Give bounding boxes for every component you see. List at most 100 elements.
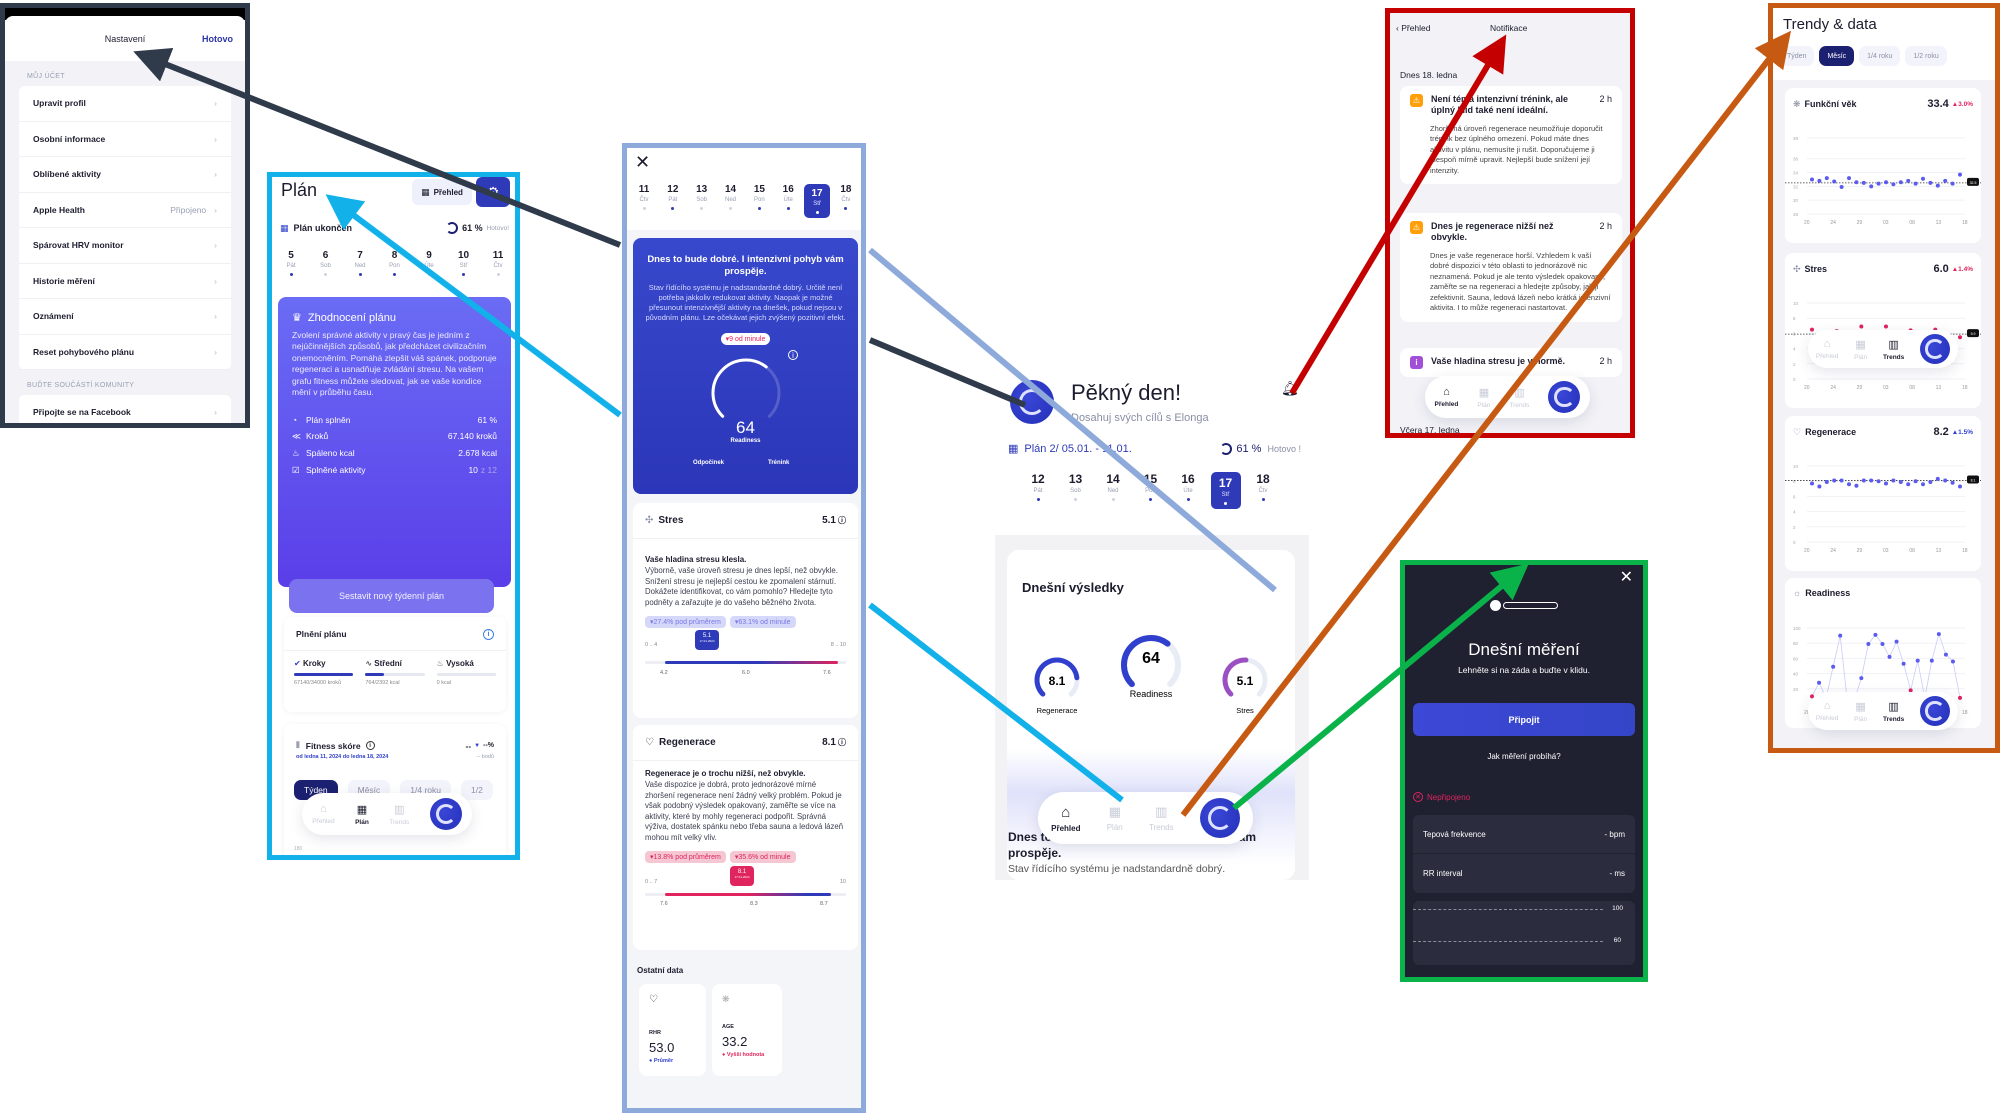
settings-item[interactable]: Osobní informace › xyxy=(19,122,231,157)
nav-plan[interactable]: ▦ Plán xyxy=(355,803,369,826)
average-value: 8.1 xyxy=(1971,478,1976,482)
close-button[interactable]: ✕ xyxy=(1620,567,1633,587)
nav-overview[interactable]: ⌂ Přehled xyxy=(1816,700,1838,722)
settings-item[interactable]: Reset pohybového plánu › xyxy=(19,335,231,370)
day-item[interactable]: 18 Čtv xyxy=(1248,472,1278,509)
period-tab[interactable]: 1/2 roku xyxy=(1905,46,1947,66)
day-item[interactable]: 12 Pát xyxy=(1023,472,1053,509)
data-point xyxy=(1810,177,1814,182)
nav-trends[interactable]: ▥ Trends xyxy=(1149,804,1174,832)
day-item[interactable]: 17 Stř xyxy=(1210,472,1241,509)
readiness-hero-card: Dnes to bude dobré. I intenzivní pohyb v… xyxy=(633,238,858,494)
measure-button[interactable] xyxy=(1548,381,1581,413)
done-button[interactable]: Hotovo xyxy=(202,34,233,44)
nav-trends[interactable]: ▥ Trends xyxy=(389,803,409,826)
day-item[interactable]: 18 Čtv xyxy=(833,184,859,218)
activity-dot xyxy=(642,207,646,210)
subtitle: Dosahuj svých cílů s Elonga xyxy=(1071,412,1209,424)
measure-button[interactable] xyxy=(1920,696,1951,726)
settings-item[interactable]: Oblíbené aktivity › xyxy=(19,157,231,193)
community-list: Připojte se na Facebook › xyxy=(19,395,231,423)
settings-item-facebook[interactable]: Připojte se na Facebook › xyxy=(19,395,231,423)
day-name: Ned xyxy=(1107,488,1119,494)
activity-dot xyxy=(1186,498,1190,501)
bottom-nav: ⌂ Přehled ▦ Plán ▥ Trends xyxy=(1038,792,1253,844)
close-button[interactable]: ✕ xyxy=(635,152,650,173)
day-item[interactable]: 13 Sob xyxy=(1061,472,1091,509)
day-item[interactable]: 16 Úte xyxy=(1173,472,1203,509)
rhr-card[interactable]: ♡ RHR 53.0 ● Průměr xyxy=(639,984,706,1076)
day-item[interactable]: 9 Úte xyxy=(416,250,442,276)
settings-item[interactable]: Upravit profil › xyxy=(19,86,231,122)
day-item[interactable]: 15 Pon xyxy=(746,184,772,218)
nav-overview[interactable]: ⌂ Přehled xyxy=(1435,386,1459,408)
day-item[interactable]: 13 Sob xyxy=(689,184,715,218)
nav-label: Plán xyxy=(355,818,369,826)
day-item[interactable]: 12 Pát xyxy=(660,184,686,218)
trend-card[interactable]: ❋ Funkční věk 33.4 ▲3.0% 39 36 34 32 30 28 20 24 29 0… xyxy=(1785,88,1981,243)
how-it-works-link[interactable]: Jak měření probíhá? xyxy=(1405,752,1643,761)
new-weekly-plan-button[interactable]: Sestavit nový týdenní plán xyxy=(289,579,494,613)
notification-item[interactable]: ⚠ Dnes je regenerace nižší než obvykle. 2 … xyxy=(1400,213,1622,322)
day-item[interactable]: 15 Pon xyxy=(1136,472,1166,509)
nav-trends[interactable]: ▥ Trends xyxy=(1883,338,1904,361)
nav-plan[interactable]: ▦ Plán xyxy=(1477,386,1490,409)
trend-card[interactable]: ♡ Regenerace 8.2 ▲1.5% 10 8 6 4 2 0 20 24 29 03 08 13 18… xyxy=(1785,416,1981,571)
notification-item[interactable]: ⚠ Není téma intenzivní trénink, ale úplný… xyxy=(1400,86,1622,185)
settings-item[interactable]: Spárovat HRV monitor › xyxy=(19,228,231,264)
activity-dot xyxy=(1224,502,1227,505)
activity-dot xyxy=(324,273,327,276)
connect-button[interactable]: Připojit xyxy=(1413,703,1635,736)
info-icon[interactable]: i xyxy=(788,350,798,360)
age-card[interactable]: ❋ AGE 33.2 ● Vyšší hodnota xyxy=(712,984,782,1076)
notification-item[interactable]: i Vaše hladina stresu je v normě. 2 h xyxy=(1400,348,1622,377)
measure-button[interactable] xyxy=(429,798,462,830)
info-icon[interactable]: i xyxy=(483,629,494,640)
nav-overview[interactable]: ⌂ Přehled xyxy=(312,803,334,825)
overview-button[interactable]: ▦ Přehled xyxy=(412,179,472,205)
day-item[interactable]: 11 Čtv xyxy=(631,184,657,218)
nav-overview[interactable]: ⌂ Přehled xyxy=(1816,338,1838,360)
crown-icon: ♛ xyxy=(292,312,302,324)
back-button[interactable]: ‹ Přehled xyxy=(1396,23,1431,33)
nav-trends[interactable]: ▥ Trends xyxy=(1509,386,1529,409)
settings-button[interactable]: ⚙ xyxy=(476,177,510,207)
activity-dot xyxy=(358,273,362,276)
day-item[interactable]: 17 Stř xyxy=(804,184,831,218)
measure-button[interactable] xyxy=(1199,798,1240,838)
info-icon[interactable]: ⓘ xyxy=(838,737,846,748)
day-item[interactable]: 16 Úte xyxy=(775,184,801,218)
tick: 8.3 xyxy=(750,901,758,908)
readiness-label: Readiness xyxy=(730,438,761,444)
period-tab[interactable]: 1/2 xyxy=(461,780,493,800)
day-number: 11 xyxy=(492,250,504,261)
nav-overview[interactable]: ⌂ Přehled xyxy=(1051,804,1080,833)
day-item[interactable]: 6 Sob xyxy=(313,250,339,276)
data-point xyxy=(1866,641,1871,646)
nav-plan[interactable]: ▦ Plán xyxy=(1854,700,1867,723)
info-icon[interactable]: ⓘ xyxy=(838,515,846,526)
day-item[interactable]: 14 Ned xyxy=(1098,472,1128,509)
settings-item[interactable]: Historie měření › xyxy=(19,264,231,299)
nav-plan[interactable]: ▦ Plán xyxy=(1854,338,1867,361)
period-tab[interactable]: 1/4 roku xyxy=(1859,46,1901,66)
day-item[interactable]: 8 Pon xyxy=(382,250,408,276)
info-icon[interactable]: i xyxy=(365,741,375,750)
nav-trends[interactable]: ▥ Trends xyxy=(1883,700,1904,723)
period-tab[interactable]: Týden xyxy=(1779,46,1815,66)
day-item[interactable]: 10 Stř xyxy=(451,250,477,276)
day-name: Stř xyxy=(1221,492,1230,498)
notification-bell-button[interactable]: 🔔︎ xyxy=(1281,380,1299,397)
nav-plan[interactable]: ▦ Plán xyxy=(1107,804,1123,832)
plan-row[interactable]: ▦ Plán 2/ 05.01. - 11.01. 61 % Hotovo ! xyxy=(1008,442,1301,455)
day-item[interactable]: 11 Čtv xyxy=(485,250,511,276)
period-tab[interactable]: Měsíc xyxy=(1819,46,1855,66)
day-number: 8 xyxy=(391,250,398,261)
settings-item[interactable]: Oznámení › xyxy=(19,299,231,335)
measure-button[interactable] xyxy=(1920,334,1951,364)
day-item[interactable]: 5 Pát xyxy=(278,250,304,276)
settings-item[interactable]: Apple Health Připojeno › xyxy=(19,193,231,228)
day-item[interactable]: 14 Ned xyxy=(718,184,744,218)
day-item[interactable]: 7 Ned xyxy=(347,250,373,276)
gauge-label: Readiness xyxy=(1130,689,1173,699)
